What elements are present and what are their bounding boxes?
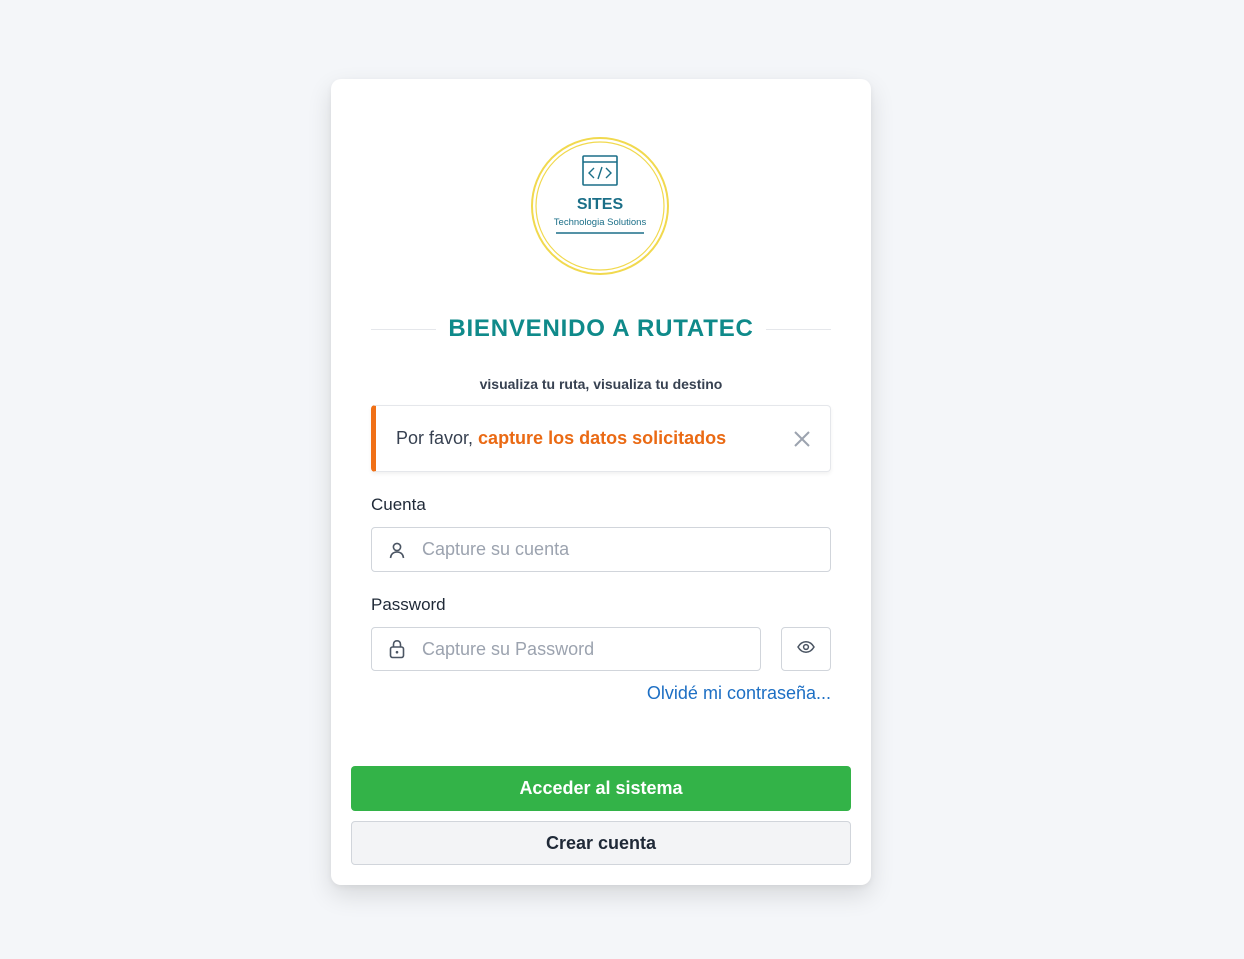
login-button[interactable]: Acceder al sistema [351,766,851,811]
forgot-password-link[interactable]: Olvidé mi contraseña... [371,683,831,704]
code-window-icon [582,155,618,186]
account-input-group [371,527,831,572]
password-input-group [371,627,761,671]
alert-message: capture los datos solicitados [478,428,727,448]
divider-right [765,328,831,330]
user-icon [372,541,422,559]
warning-alert: Por favor, capture los datos solicitados [371,405,831,472]
company-logo: SITES Technologia Solutions [530,136,670,276]
logo-name: SITES [577,196,624,213]
account-label: Cuenta [371,495,426,514]
password-label: Password [371,595,446,614]
show-password-button[interactable] [781,627,831,671]
login-card: SITES Technologia Solutions BIENVENIDO A… [331,79,871,885]
divider-left [371,328,437,330]
eye-icon [797,640,815,658]
welcome-title-row: BIENVENIDO A RUTATEC [371,314,831,344]
page-subtitle: visualiza tu ruta, visualiza tu destino [479,376,723,392]
page-title: BIENVENIDO A RUTATEC [448,315,754,342]
create-account-button[interactable]: Crear cuenta [351,821,851,865]
account-input[interactable] [422,528,830,571]
lock-icon [372,639,422,659]
logo-tagline: Technologia Solutions [554,217,647,228]
alert-prefix: Por favor, [396,428,474,448]
close-icon[interactable] [792,429,812,449]
password-input[interactable] [422,628,760,670]
